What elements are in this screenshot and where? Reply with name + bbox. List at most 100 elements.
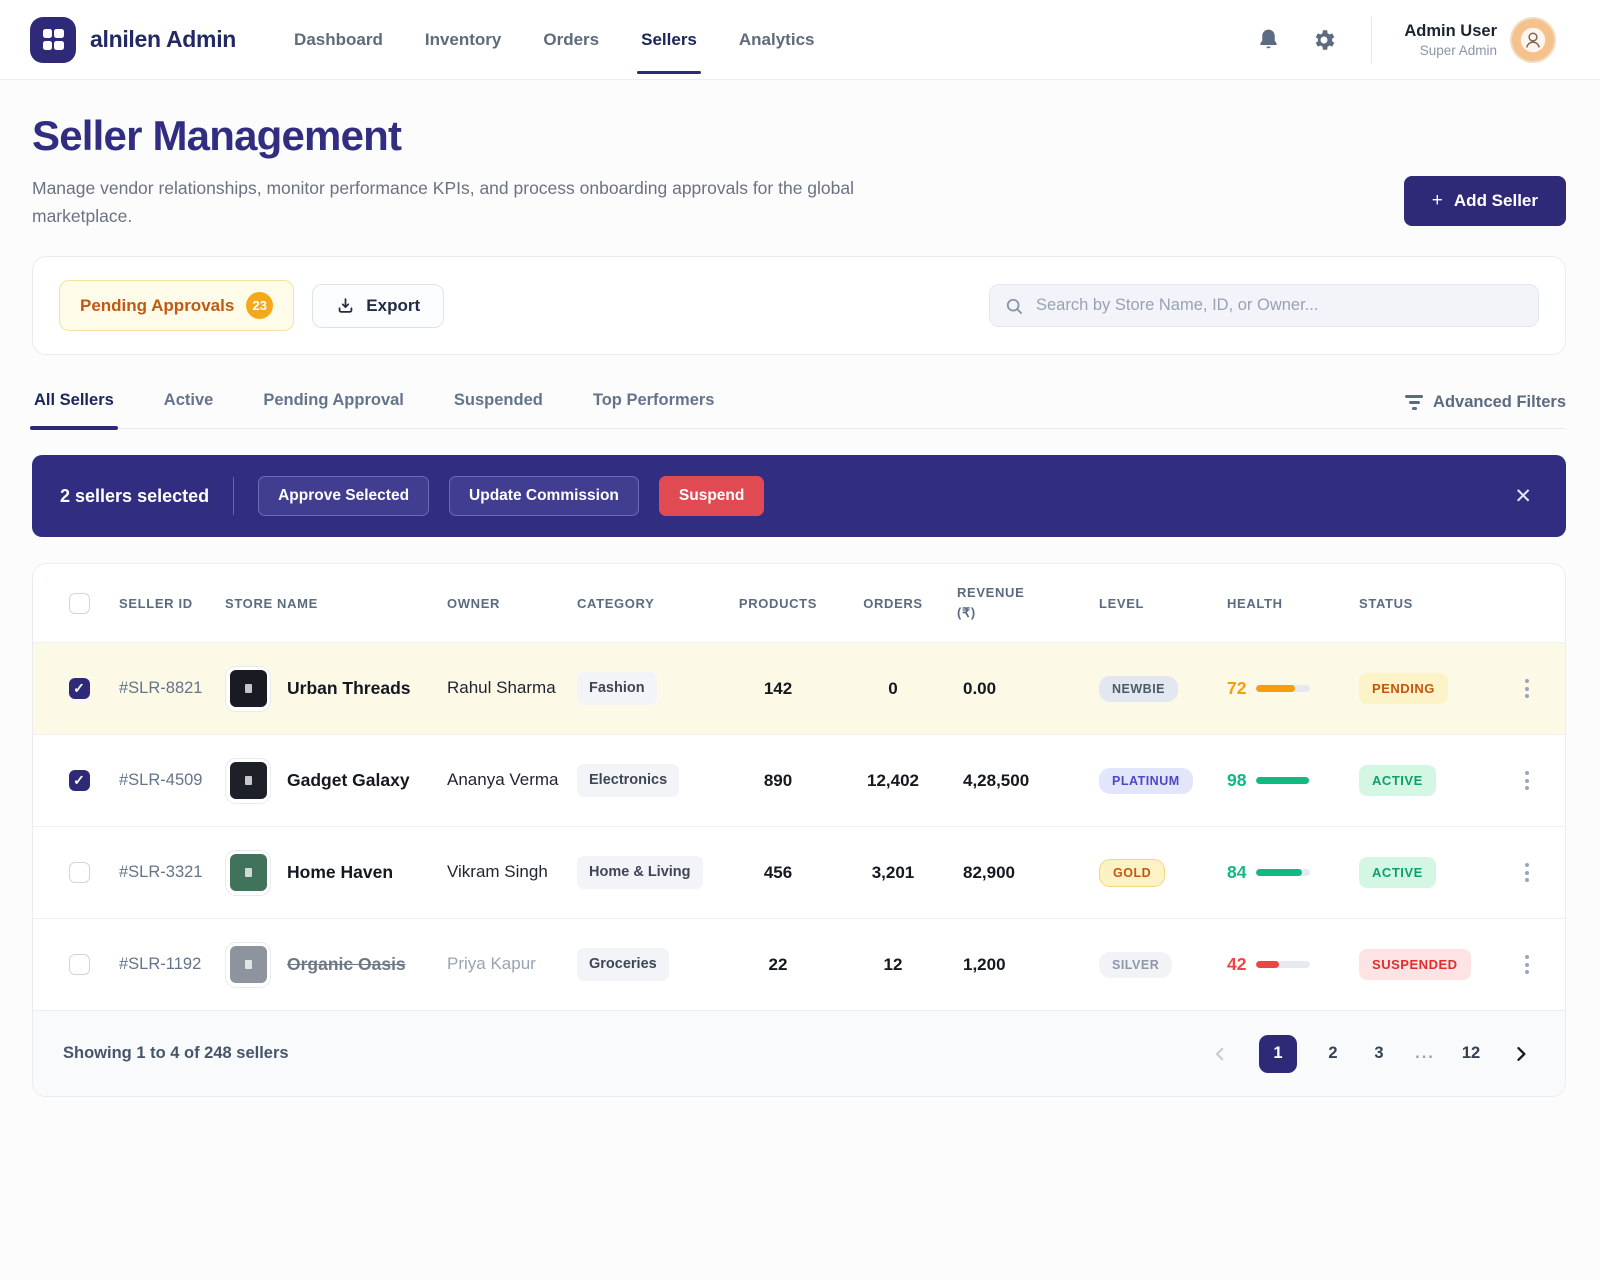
nav-item-inventory[interactable]: Inventory xyxy=(425,0,502,80)
nav-item-orders[interactable]: Orders xyxy=(543,0,599,80)
export-label: Export xyxy=(366,296,420,316)
store-name: Home Haven xyxy=(287,860,393,885)
health-bar xyxy=(1256,961,1310,968)
col-owner: OWNER xyxy=(439,586,569,621)
pending-approvals-label: Pending Approvals xyxy=(80,296,234,316)
export-button[interactable]: Export xyxy=(312,284,444,328)
health-bar xyxy=(1256,685,1310,692)
table-row[interactable]: #SLR-3321 Home Haven Vikram Singh Home &… xyxy=(33,826,1565,918)
table-footer: Showing 1 to 4 of 248 sellers 1 2 3 ... … xyxy=(33,1010,1565,1096)
sellers-table: SELLER ID STORE NAME OWNER CATEGORY PROD… xyxy=(32,563,1566,1097)
selection-action-bar: 2 sellers selected Approve Selected Upda… xyxy=(32,455,1566,537)
tab-top-performers[interactable]: Top Performers xyxy=(591,385,717,428)
nav-item-dashboard[interactable]: Dashboard xyxy=(294,0,383,80)
page-ellipsis: ... xyxy=(1415,1044,1435,1063)
approve-selected-button[interactable]: Approve Selected xyxy=(258,476,429,516)
store-name: Organic Oasis xyxy=(287,952,406,977)
kebab-menu-icon[interactable] xyxy=(1519,673,1535,704)
user-menu[interactable]: Admin User Super Admin xyxy=(1404,17,1556,63)
owner-name: Priya Kapur xyxy=(439,938,569,991)
next-page-chevron-icon[interactable] xyxy=(1507,1040,1535,1068)
toolbar-card: Pending Approvals 23 Export xyxy=(32,256,1566,355)
close-icon[interactable]: ✕ xyxy=(1508,480,1538,513)
col-status: STATUS xyxy=(1351,586,1503,621)
bell-icon[interactable] xyxy=(1253,25,1283,55)
kebab-menu-icon[interactable] xyxy=(1519,857,1535,888)
col-level: LEVEL xyxy=(1091,586,1219,621)
page-button-12[interactable]: 12 xyxy=(1461,1044,1481,1063)
filter-icon xyxy=(1405,395,1423,409)
level-badge: SILVER xyxy=(1099,952,1172,978)
revenue-value: 1,200 xyxy=(949,941,1091,989)
update-commission-button[interactable]: Update Commission xyxy=(449,476,639,516)
selection-divider xyxy=(233,477,234,515)
select-all-checkbox[interactable] xyxy=(69,593,90,614)
header-divider xyxy=(1371,17,1372,63)
status-badge: ACTIVE xyxy=(1359,765,1436,796)
health-score: 42 xyxy=(1227,954,1246,975)
pending-approvals-button[interactable]: Pending Approvals 23 xyxy=(59,280,294,331)
col-store-name: STORE NAME xyxy=(217,586,439,621)
products-count: 22 xyxy=(719,941,837,989)
level-badge: PLATINUM xyxy=(1099,768,1193,794)
nav-item-analytics[interactable]: Analytics xyxy=(739,0,815,80)
orders-count: 3,201 xyxy=(837,849,949,897)
col-seller-id: SELLER ID xyxy=(111,586,217,621)
page-title: Seller Management xyxy=(32,112,872,160)
pending-count-badge: 23 xyxy=(246,292,273,319)
store-name: Urban Threads xyxy=(287,676,411,701)
kebab-menu-icon[interactable] xyxy=(1519,949,1535,980)
level-badge: GOLD xyxy=(1099,859,1165,887)
table-row[interactable]: #SLR-4509 Gadget Galaxy Ananya Verma Ele… xyxy=(33,734,1565,826)
user-role: Super Admin xyxy=(1404,43,1497,58)
category-badge: Electronics xyxy=(577,764,679,796)
add-seller-button[interactable]: + Add Seller xyxy=(1404,176,1566,226)
category-badge: Groceries xyxy=(577,948,669,980)
row-checkbox[interactable] xyxy=(69,954,90,975)
health-bar xyxy=(1256,869,1310,876)
row-checkbox[interactable] xyxy=(69,770,90,791)
nav-item-sellers[interactable]: Sellers xyxy=(641,0,697,80)
user-name: Admin User xyxy=(1404,22,1497,41)
table-row[interactable]: #SLR-1192 Organic Oasis Priya Kapur Groc… xyxy=(33,918,1565,1010)
advanced-filters-button[interactable]: Advanced Filters xyxy=(1405,393,1566,428)
page-button-3[interactable]: 3 xyxy=(1369,1044,1389,1063)
download-icon xyxy=(336,296,355,315)
search-input[interactable] xyxy=(989,284,1539,327)
tab-all-sellers[interactable]: All Sellers xyxy=(32,385,116,428)
col-health: HEALTH xyxy=(1219,586,1351,621)
prev-page-chevron-icon[interactable] xyxy=(1207,1041,1233,1067)
kebab-menu-icon[interactable] xyxy=(1519,765,1535,796)
store-logo xyxy=(225,850,271,896)
store-logo xyxy=(225,942,271,988)
owner-name: Ananya Verma xyxy=(439,754,569,807)
user-avatar[interactable] xyxy=(1510,17,1556,63)
brand-name: alnilen Admin xyxy=(90,26,236,53)
suspend-button[interactable]: Suspend xyxy=(659,476,764,516)
store-name: Gadget Galaxy xyxy=(287,768,410,793)
col-products: PRODUCTS xyxy=(719,586,837,621)
col-revenue: REVENUE (₹) xyxy=(949,573,1035,633)
tabs-bar: All Sellers Active Pending Approval Susp… xyxy=(32,385,1566,429)
category-badge: Home & Living xyxy=(577,856,703,888)
add-seller-label: Add Seller xyxy=(1454,191,1538,211)
brand[interactable]: alnilen Admin xyxy=(30,17,236,63)
status-badge: SUSPENDED xyxy=(1359,949,1471,980)
page-subtitle: Manage vendor relationships, monitor per… xyxy=(32,174,872,230)
main-nav: Dashboard Inventory Orders Sellers Analy… xyxy=(294,0,814,80)
col-category: CATEGORY xyxy=(569,586,719,621)
pagination: 1 2 3 ... 12 xyxy=(1207,1035,1535,1073)
health-score: 72 xyxy=(1227,678,1246,699)
seller-id: #SLR-4509 xyxy=(111,755,217,807)
row-checkbox[interactable] xyxy=(69,862,90,883)
tab-active[interactable]: Active xyxy=(162,385,216,428)
gear-icon[interactable] xyxy=(1309,25,1339,55)
status-badge: PENDING xyxy=(1359,673,1448,704)
table-row[interactable]: #SLR-8821 Urban Threads Rahul Sharma Fas… xyxy=(33,642,1565,734)
advanced-filters-label: Advanced Filters xyxy=(1433,393,1566,412)
page-button-1[interactable]: 1 xyxy=(1259,1035,1297,1073)
tab-suspended[interactable]: Suspended xyxy=(452,385,545,428)
tab-pending-approval[interactable]: Pending Approval xyxy=(261,385,406,428)
row-checkbox[interactable] xyxy=(69,678,90,699)
page-button-2[interactable]: 2 xyxy=(1323,1044,1343,1063)
